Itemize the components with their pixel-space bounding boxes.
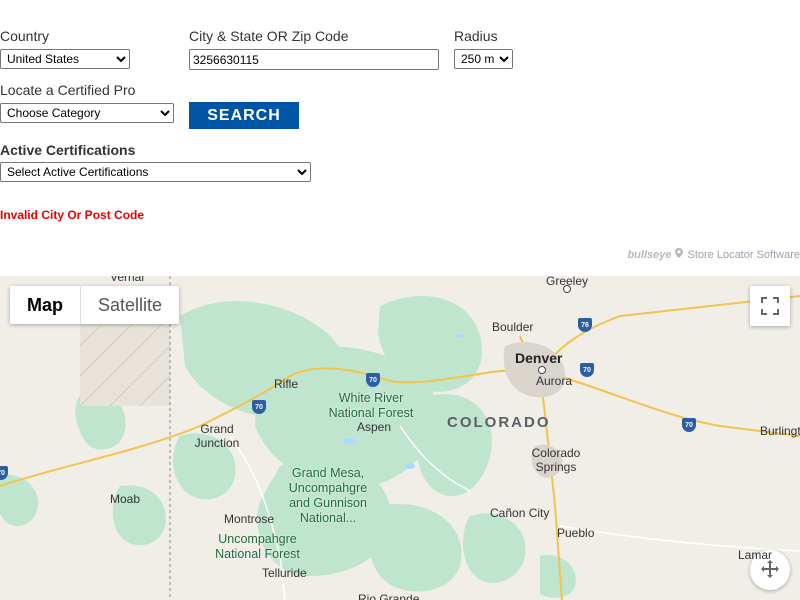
map-canvas[interactable]: Map Satellite 70 76 70 70 70 70 COLORADO…: [0, 276, 800, 600]
park-grand-mesa: Grand Mesa, Uncompahgre and Gunnison Nat…: [288, 466, 368, 525]
country-select[interactable]: United States: [0, 49, 130, 69]
bullseye-text: Store Locator Software: [687, 248, 800, 261]
interstate-70-shield: 70: [252, 400, 266, 414]
fullscreen-button[interactable]: [750, 286, 790, 326]
map-type-satellite-button[interactable]: Satellite: [81, 286, 179, 324]
interstate-70-shield: 70: [366, 373, 380, 387]
terrain-layer: [0, 276, 800, 600]
city-dot: [538, 366, 546, 374]
pro-category-select[interactable]: Choose Category: [0, 103, 174, 123]
error-message: Invalid City Or Post Code: [0, 208, 145, 222]
radius-select[interactable]: 250 mi: [454, 49, 513, 69]
city-pueblo: Pueblo: [557, 526, 595, 540]
city-denver: Denver: [515, 350, 563, 366]
search-button[interactable]: SEARCH: [189, 102, 299, 129]
city-zip-label: City & State OR Zip Code: [189, 28, 349, 44]
city-rifle: Rifle: [274, 377, 299, 391]
city-boulder: Boulder: [492, 320, 534, 334]
park-white-river: White River National Forest: [328, 391, 414, 420]
pro-category-label: Locate a Certified Pro: [0, 82, 136, 98]
interstate-70-shield: 70: [682, 418, 696, 432]
bullseye-branding[interactable]: bullseye Store Locator Software: [627, 248, 800, 261]
bullseye-logo: bullseye: [627, 248, 672, 261]
city-aspen: Aspen: [357, 420, 392, 434]
interstate-70-shield: 70: [580, 363, 594, 377]
map-type-control: Map Satellite: [10, 286, 180, 324]
city-dot: [563, 285, 571, 293]
city-aurora: Aurora: [536, 374, 573, 388]
city-vernal: Vernal: [110, 276, 145, 284]
city-lamar: Lamar: [738, 548, 773, 562]
state-label-colorado: COLORADO: [447, 414, 551, 431]
pin-icon: [675, 248, 684, 261]
city-telluride: Telluride: [262, 566, 307, 580]
map-type-map-button[interactable]: Map: [10, 286, 81, 324]
city-rio-grande: Rio Grande: [358, 592, 420, 600]
interstate-76-shield: 76: [578, 318, 592, 332]
city-burlington: Burlington: [760, 424, 800, 438]
city-moab: Moab: [110, 492, 141, 506]
country-label: Country: [0, 28, 50, 44]
city-grand-junction: Grand Junction: [194, 422, 240, 450]
certifications-label: Active Certifications: [0, 142, 136, 158]
park-uncompahgre: Uncompahgre National Forest: [215, 532, 300, 561]
city-montrose: Montrose: [224, 512, 275, 526]
city-canon-city: Cañon City: [490, 506, 550, 520]
city-zip-input[interactable]: [189, 49, 439, 70]
fullscreen-icon: [761, 297, 779, 315]
certifications-select[interactable]: Select Active Certifications: [0, 162, 311, 182]
city-colorado-springs: Colorado Springs: [531, 446, 581, 474]
radius-label: Radius: [454, 28, 498, 44]
